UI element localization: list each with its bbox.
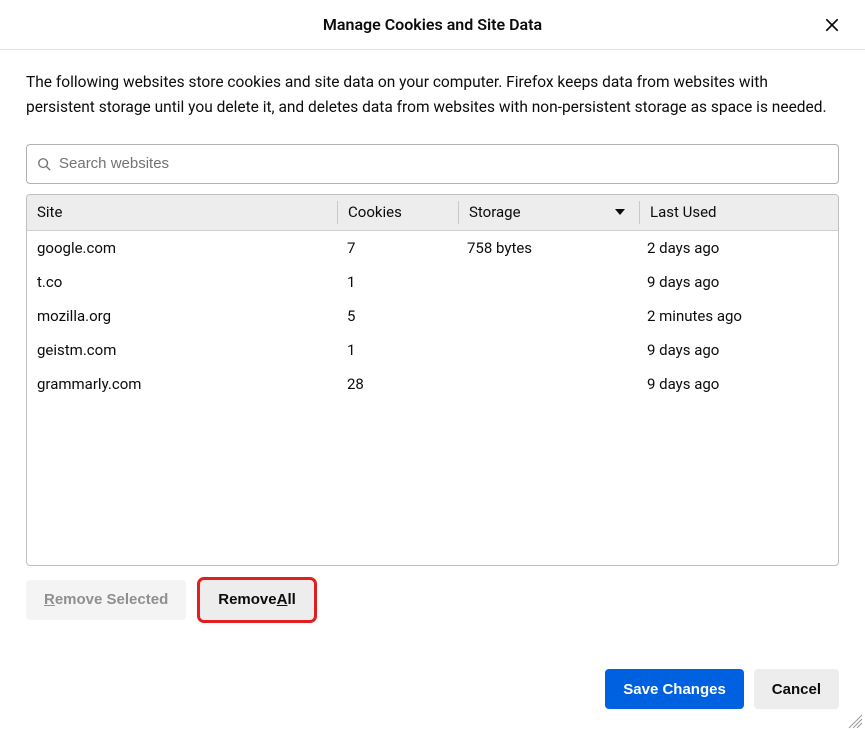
- close-button[interactable]: [819, 12, 845, 38]
- table-row[interactable]: google.com7758 bytes2 days ago: [27, 231, 838, 265]
- dialog-title: Manage Cookies and Site Data: [323, 15, 542, 34]
- save-changes-button[interactable]: Save Changes: [605, 669, 744, 709]
- cell-storage: 758 bytes: [457, 239, 637, 257]
- remove-selected-button: Remove Selected: [26, 580, 186, 620]
- button-label-pre: Remove: [218, 591, 276, 608]
- cell-last-used: 2 days ago: [637, 239, 838, 257]
- table-row[interactable]: geistm.com1 9 days ago: [27, 333, 838, 367]
- table-header: Site Cookies Storage Last Used: [27, 195, 838, 231]
- cell-cookies: 7: [337, 239, 457, 257]
- cell-cookies: 5: [337, 307, 457, 325]
- cell-site: geistm.com: [27, 341, 337, 359]
- cell-cookies: 1: [337, 273, 457, 291]
- mnemonic: R: [44, 591, 55, 608]
- table-row[interactable]: mozilla.org5 2 minutes ago: [27, 299, 838, 333]
- cell-cookies: 28: [337, 375, 457, 393]
- description-text: The following websites store cookies and…: [26, 70, 839, 120]
- cell-site: grammarly.com: [27, 375, 337, 393]
- column-header-last-used[interactable]: Last Used: [640, 195, 838, 230]
- column-header-storage[interactable]: Storage: [459, 195, 639, 230]
- resize-grip-icon[interactable]: [845, 711, 863, 729]
- cell-site: mozilla.org: [27, 307, 337, 325]
- table-body: google.com7758 bytes2 days agot.co19 day…: [27, 231, 838, 565]
- dialog-content: The following websites store cookies and…: [0, 50, 865, 620]
- close-icon: [823, 16, 841, 34]
- cell-last-used: 9 days ago: [637, 341, 838, 359]
- button-label: emove Selected: [55, 591, 168, 608]
- button-label-post: ll: [287, 591, 295, 608]
- column-header-cookies[interactable]: Cookies: [338, 195, 458, 230]
- column-label: Site: [37, 203, 62, 221]
- column-label: Last Used: [650, 203, 717, 221]
- mnemonic: A: [277, 591, 288, 608]
- table-row[interactable]: t.co1 9 days ago: [27, 265, 838, 299]
- cell-cookies: 1: [337, 341, 457, 359]
- cell-last-used: 9 days ago: [637, 273, 838, 291]
- sort-descending-icon: [615, 209, 625, 215]
- cell-site: t.co: [27, 273, 337, 291]
- cell-last-used: 2 minutes ago: [637, 307, 838, 325]
- cancel-button[interactable]: Cancel: [754, 669, 839, 709]
- remove-all-button[interactable]: Remove All: [200, 580, 314, 620]
- site-data-table: Site Cookies Storage Last Used google.co…: [26, 194, 839, 566]
- column-header-site[interactable]: Site: [27, 195, 337, 230]
- left-button-group: Remove Selected Remove All: [26, 580, 839, 620]
- cell-last-used: 9 days ago: [637, 375, 838, 393]
- search-input[interactable]: [59, 155, 828, 172]
- column-label: Cookies: [348, 203, 402, 221]
- search-box[interactable]: [26, 144, 839, 184]
- dialog-header: Manage Cookies and Site Data: [0, 0, 865, 50]
- table-row[interactable]: grammarly.com28 9 days ago: [27, 367, 838, 401]
- right-button-group: Save Changes Cancel: [605, 669, 839, 709]
- column-label: Storage: [469, 203, 521, 221]
- cell-site: google.com: [27, 239, 337, 257]
- search-icon: [37, 157, 51, 171]
